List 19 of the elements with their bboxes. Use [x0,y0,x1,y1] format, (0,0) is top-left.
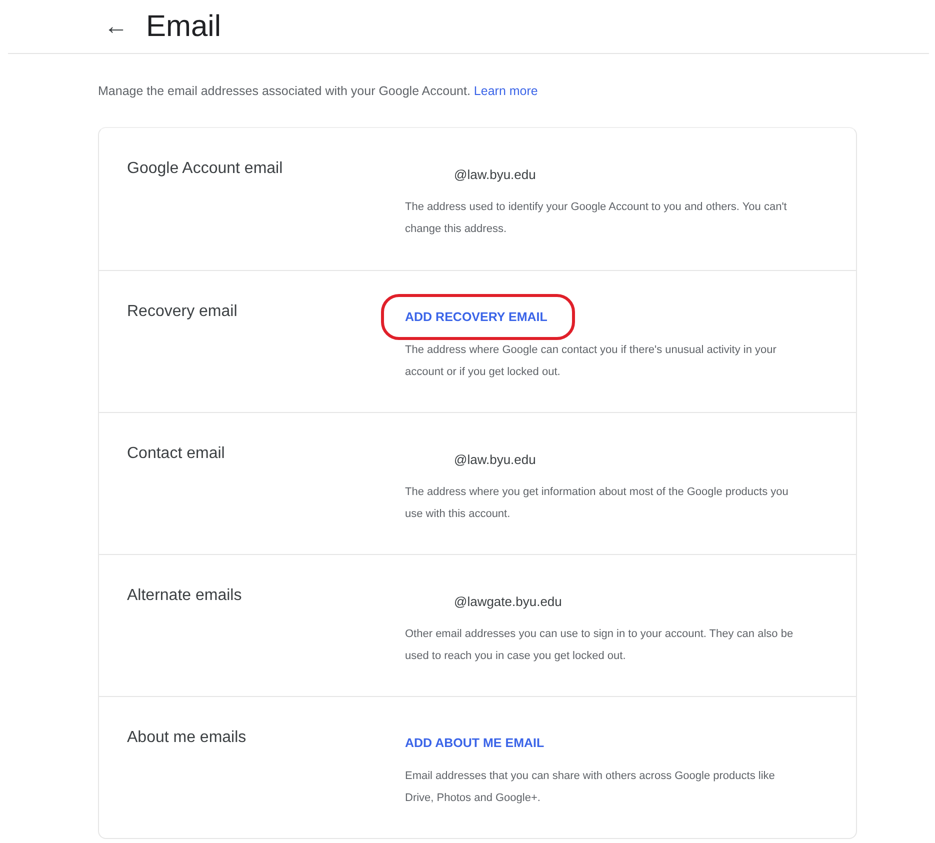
row-label: Google Account email [127,159,284,179]
row-label: Contact email [127,444,226,464]
row-description: The address where you get information about most of the Google products you use with this account. [405,485,790,522]
add-email-link[interactable]: ADD RECOVERY EMAIL [405,310,548,324]
row-description: The address where Google can contact you if there's unusual activity in your account or if you get locked out. [405,343,778,380]
row-description: Other email addresses you can use to sign in to your account. They can also be used to reach you in case you get locked out. [405,627,794,664]
learn-more-link[interactable]: Learn more [474,84,538,98]
row-description: Email addresses that you can share with others across Google products like Drive, Photos and Google+. [405,769,776,806]
email-address: @law.byu.edu [454,166,536,182]
email-address: @law.byu.edu [454,452,536,466]
page-title: Email [146,10,222,44]
back-icon[interactable]: ← [104,12,128,40]
row-label: About me emails [127,728,248,748]
row-label: Alternate emails [127,586,243,606]
email-address: @lawgate.byu.edu [454,594,562,608]
add-email-link[interactable]: ADD ABOUT ME EMAIL [405,736,544,750]
row-description: The address used to identify your Google Account to you and others. You can't change this address. [405,200,788,237]
intro-text: Manage the email addresses associated with your Google Account. Learn more [98,84,539,98]
row-label: Recovery email [127,302,238,322]
